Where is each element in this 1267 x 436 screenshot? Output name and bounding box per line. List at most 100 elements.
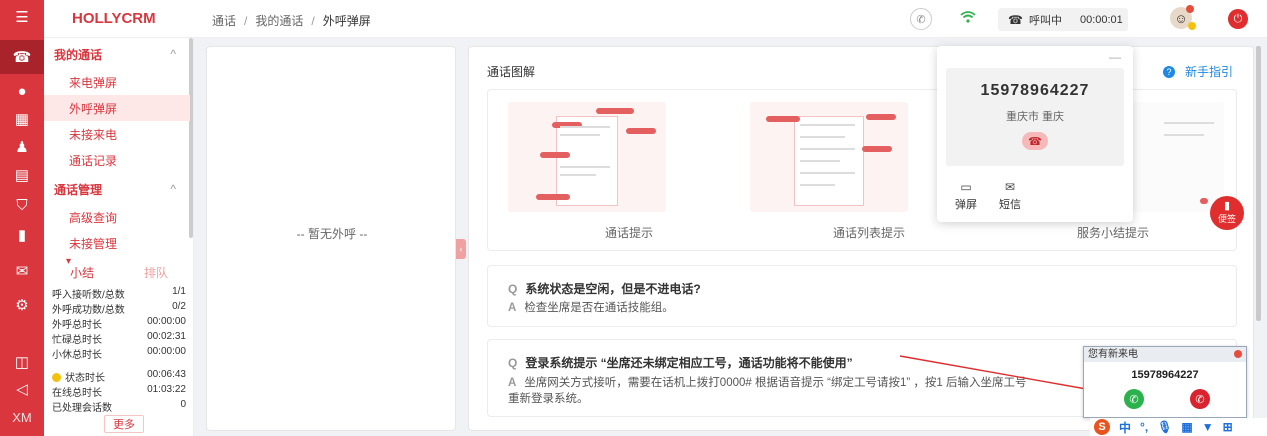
sms-action[interactable]: ✉ 短信 (993, 180, 1027, 212)
text-line (560, 134, 600, 136)
tab-summary[interactable]: 小结 (70, 264, 94, 281)
text-line (1164, 134, 1204, 136)
message-icon[interactable]: ✉ (0, 254, 44, 288)
stat-value: 0 (180, 399, 186, 410)
tag-pill (766, 116, 800, 122)
answer-mark-label: A (508, 377, 517, 389)
page-scrollbar[interactable] (1256, 46, 1261, 321)
caller-location: 重庆市 重庆 (1005, 111, 1065, 123)
brand-logo: HOLLYCRM (44, 0, 194, 38)
empty-state-text: -- 暂无外呼 -- (296, 227, 368, 241)
menu-group-call-management[interactable]: 通话管理 ^ (44, 176, 194, 202)
sms-icon: ✉ (1004, 180, 1016, 194)
notification-dot-icon (1186, 5, 1194, 13)
text-line (560, 174, 596, 176)
menu-group-label: 通话管理 (54, 182, 103, 197)
menu-item-incoming-popup[interactable]: 来电弹屏 (44, 69, 190, 95)
menu-item-outbound-popup[interactable]: 外呼弹屏 (44, 95, 190, 121)
close-icon[interactable] (1234, 350, 1242, 358)
tag-pill (596, 108, 634, 114)
shield-icon[interactable]: ⛉ (0, 188, 44, 222)
popup-screen-action[interactable]: ▭ 弹屏 (949, 180, 983, 212)
phone-icon[interactable]: ☎ (0, 40, 44, 74)
faq-item: Q 系统状态是空闲，但是不进电话? A 检查坐席是否在通话技能组。 (487, 265, 1237, 327)
more-button[interactable]: 更多 (104, 415, 144, 433)
sticky-note-label: 便签 (1217, 214, 1236, 224)
keyboard-icon[interactable]: ▦ (1181, 420, 1192, 434)
breadcrumb-separator: / (244, 14, 248, 28)
power-icon[interactable]: ⏻ (1228, 9, 1248, 29)
stat-value: 00:02:31 (147, 331, 186, 342)
stat-label: 已处理会话数 (52, 403, 112, 414)
ime-punctuation[interactable]: °, (1140, 420, 1148, 434)
breadcrumb-item[interactable]: 我的通话 (255, 14, 303, 28)
sticky-note-button[interactable]: ▮ 便签 (1210, 196, 1244, 230)
apps-icon[interactable]: ⊞ (1223, 420, 1233, 434)
stat-row: 状态时长 00:06:43 (52, 369, 186, 384)
shirt-icon[interactable]: ▼ (1202, 420, 1214, 434)
breadcrumb-current: 外呼弹屏 (322, 14, 371, 28)
accept-call-button[interactable]: ✆ (1124, 389, 1144, 409)
stat-row: 已处理会话数 0 (52, 399, 186, 414)
bar-chart-icon[interactable]: ▮ (0, 218, 44, 252)
tag-pill (866, 114, 896, 120)
guide-link-label: 新手指引 (1185, 65, 1234, 79)
preview-call-list-tips[interactable] (750, 102, 908, 212)
stat-value: 00:06:43 (147, 369, 186, 380)
call-status-pill[interactable]: ☎ 呼叫中 00:00:01 (998, 8, 1128, 31)
send-icon[interactable]: ◁ (0, 372, 44, 406)
faq-question: Q 登录系统提示 “坐席还未绑定相应工号，通话功能将不能使用” (508, 354, 853, 371)
reject-call-button[interactable]: ✆ (1190, 389, 1210, 409)
menu-item-advanced-search[interactable]: 高级查询 (44, 204, 190, 230)
preview-call-tips[interactable] (508, 102, 666, 212)
stats-tabs: ▾ 小结 排队 (44, 256, 190, 282)
menu-item-call-records[interactable]: 通话记录 (44, 147, 190, 173)
screen-icon: ▭ (960, 180, 972, 194)
dial-phone-icon[interactable]: ✆ (910, 8, 932, 30)
stat-value: 0/2 (172, 301, 186, 312)
breadcrumb-item[interactable]: 通话 (212, 14, 236, 28)
caller-card: 15978964227 重庆市 重庆 ☎ (946, 68, 1124, 166)
menu-group-my-calls[interactable]: 我的通话 ^ (44, 41, 194, 67)
text-line (1164, 122, 1214, 124)
faq-answer-text: 检查坐席是否在通话技能组。 (524, 302, 674, 314)
icon-rail: ☰ ☎ ● ▦ ♟ ▤ ⛉ ▮ ✉ ⚙ ◫ ◁ XM (0, 0, 44, 436)
stat-label: 小休总时长 (52, 350, 102, 361)
incoming-call-window: 您有新来电 15978964227 ✆ ✆ (1083, 346, 1247, 418)
status-dot-icon (1188, 22, 1196, 30)
tag-pill (626, 128, 656, 134)
text-line (800, 184, 835, 186)
menu-item-missed-management[interactable]: 未接管理 (44, 230, 190, 256)
collapse-arrow-icon[interactable]: ‹ (456, 239, 466, 259)
stat-row: 外呼总时长 00:00:00 (52, 316, 186, 331)
stat-row: 小休总时长 00:00:00 (52, 346, 186, 361)
stat-row: 在线总时长 01:03:22 (52, 384, 186, 399)
sogou-logo-icon[interactable]: S (1094, 419, 1110, 435)
call-popover: — 15978964227 重庆市 重庆 ☎ ▭ 弹屏 ✉ 短信 (937, 46, 1133, 222)
minimize-icon[interactable]: — (1109, 50, 1121, 64)
microphone-icon[interactable]: 🎙 (1157, 420, 1172, 434)
secondary-menu: 我的通话 ^ 来电弹屏 外呼弹屏 未接来电 通话记录 通话管理 ^ 高级查询 未… (44, 38, 194, 436)
ime-language[interactable]: 中 (1119, 419, 1131, 436)
stat-value: 00:00:00 (147, 316, 186, 327)
menu-item-missed-calls[interactable]: 未接来电 (44, 121, 190, 147)
preview-label: 服务小结提示 (1076, 226, 1149, 240)
hangup-button[interactable]: ☎ (1022, 132, 1048, 150)
app-root: ☰ ☎ ● ▦ ♟ ▤ ⛉ ▮ ✉ ⚙ ◫ ◁ XM HOLLYCRM 我的通话… (0, 0, 1267, 436)
text-line (800, 148, 855, 150)
menu-toggle-icon[interactable]: ☰ (0, 0, 44, 34)
action-label: 短信 (999, 199, 1021, 211)
faq-answer: A 坐席网关方式接听，需要在话机上拨打0000# 根据语音提示 “绑定工号请按1”… (508, 375, 1108, 391)
guide-link[interactable]: ? 新手指引 (1163, 63, 1233, 80)
section-title: 通话图解 (487, 65, 536, 79)
chevron-up-icon: ^ (170, 182, 176, 196)
gear-icon[interactable]: ⚙ (0, 288, 44, 322)
ime-toolbar: S 中 °, 🎙 ▦ ▼ ⊞ (1090, 418, 1267, 436)
menu-group-label: 我的通话 (54, 47, 103, 62)
faq-answer: A 检查坐席是否在通话技能组。 (508, 300, 674, 316)
tab-queue[interactable]: 排队 (144, 264, 168, 281)
stat-value: 01:03:22 (147, 384, 186, 395)
wifi-icon (960, 10, 976, 26)
clipboard-icon[interactable]: ▤ (0, 158, 44, 192)
stat-label: 外呼总时长 (52, 320, 102, 331)
